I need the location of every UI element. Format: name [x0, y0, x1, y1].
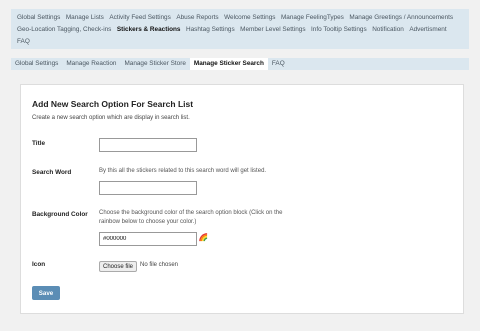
nav-member-level-settings[interactable]: Member Level Settings [240, 25, 305, 34]
nav-abuse-reports[interactable]: Abuse Reports [176, 13, 218, 22]
nav-activity-feed-settings[interactable]: Activity Feed Settings [109, 13, 170, 22]
title-input[interactable] [99, 138, 197, 152]
nav-notification[interactable]: Notification [372, 25, 404, 34]
search-word-help: By this all the stickers related to this… [99, 168, 267, 174]
background-color-help: Choose the background color of the searc… [99, 210, 283, 225]
nav-welcome-settings[interactable]: Welcome Settings [224, 13, 275, 22]
rainbow-color-picker-icon[interactable] [199, 233, 208, 242]
tab-faq[interactable]: FAQ [268, 58, 289, 70]
nav-info-tooltip-settings[interactable]: Info Tooltip Settings [311, 25, 367, 34]
choose-file-button[interactable]: Choose file [99, 261, 138, 272]
top-nav-row-1: Global Settings Manage Lists Activity Fe… [17, 13, 459, 22]
top-navigation: Global Settings Manage Lists Activity Fe… [11, 9, 469, 49]
nav-faq[interactable]: FAQ [17, 37, 30, 46]
form-heading: Add New Search Option For Search List [32, 99, 194, 109]
nav-advertisment[interactable]: Advertisment [409, 25, 446, 34]
tab-global-settings[interactable]: Global Settings [11, 58, 62, 70]
background-color-label: Background Color [32, 211, 88, 218]
top-nav-row-2: Geo-Location Tagging, Check-ins Stickers… [17, 25, 452, 34]
form-description: Create a new search option which are dis… [32, 115, 190, 121]
tab-manage-sticker-search[interactable]: Manage Sticker Search [189, 58, 268, 70]
title-label: Title [32, 140, 46, 147]
nav-hashtag-settings[interactable]: Hashtag Settings [186, 25, 235, 34]
nav-stickers-reactions[interactable]: Stickers & Reactions [117, 25, 181, 34]
no-file-chosen-text: No file chosen [140, 262, 179, 268]
nav-manage-feelingtypes[interactable]: Manage FeelingTypes [281, 13, 344, 22]
nav-manage-lists[interactable]: Manage Lists [66, 13, 104, 22]
nav-manage-greetings[interactable]: Manage Greetings / Announcements [349, 13, 453, 22]
background-color-input[interactable] [99, 232, 197, 246]
icon-label: Icon [32, 261, 46, 268]
nav-global-settings[interactable]: Global Settings [17, 13, 60, 22]
search-word-input[interactable] [99, 181, 197, 195]
search-word-label: Search Word [32, 169, 72, 176]
add-search-option-panel: Add New Search Option For Search List Cr… [20, 84, 464, 314]
sub-navigation: Global Settings Manage Reaction Manage S… [11, 58, 469, 70]
top-nav-row-3: FAQ [17, 37, 35, 46]
tab-manage-reaction[interactable]: Manage Reaction [62, 58, 120, 70]
save-button[interactable]: Save [32, 286, 60, 300]
nav-geo-location[interactable]: Geo-Location Tagging, Check-ins [17, 25, 111, 34]
tab-manage-sticker-store[interactable]: Manage Sticker Store [120, 58, 189, 70]
